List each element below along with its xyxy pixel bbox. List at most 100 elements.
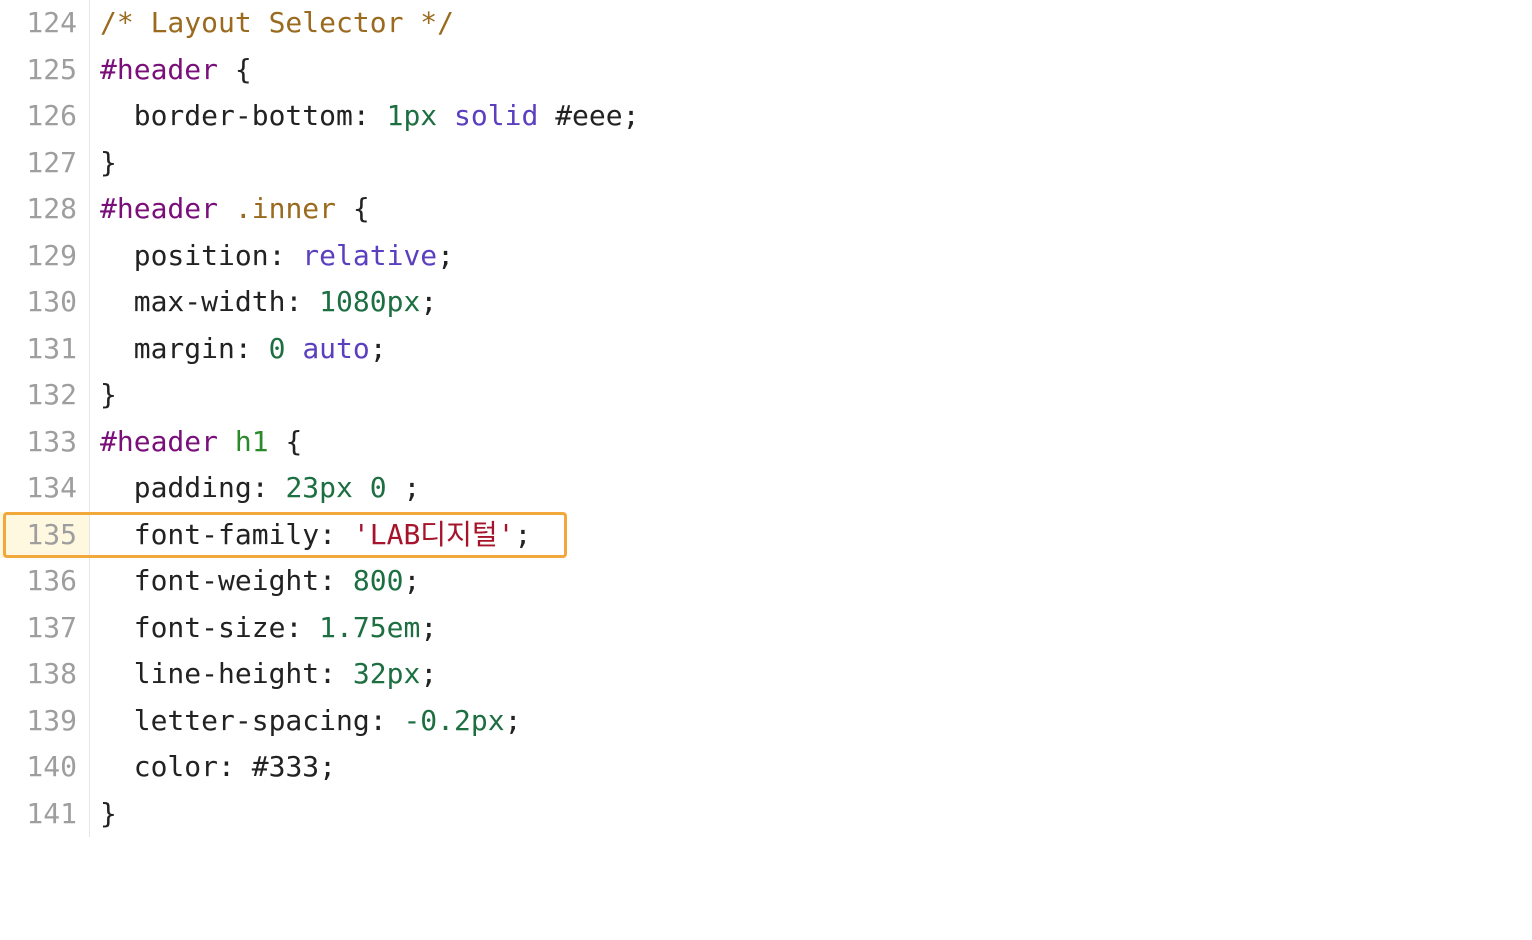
code-token: {	[353, 192, 370, 225]
code-token: /* Layout Selector */	[100, 6, 454, 39]
code-token: ;	[623, 99, 640, 132]
line-number: 127	[0, 140, 90, 187]
code-content[interactable]: }	[90, 372, 1532, 419]
code-line[interactable]: 132}	[0, 372, 1532, 419]
code-token	[218, 192, 235, 225]
code-line[interactable]: 127}	[0, 140, 1532, 187]
code-token: #header	[100, 425, 218, 458]
code-content[interactable]: font-family: 'LAB디지털';	[90, 512, 1532, 559]
line-number: 128	[0, 186, 90, 233]
code-line[interactable]: 125#header {	[0, 47, 1532, 94]
code-token	[437, 99, 454, 132]
code-token	[100, 704, 134, 737]
line-number: 138	[0, 651, 90, 698]
code-token: 1.75em	[319, 611, 420, 644]
code-line[interactable]: 128#header .inner {	[0, 186, 1532, 233]
code-token: h1	[235, 425, 269, 458]
code-token	[302, 285, 319, 318]
code-content[interactable]: position: relative;	[90, 233, 1532, 280]
line-number: 130	[0, 279, 90, 326]
code-content[interactable]: color: #333;	[90, 744, 1532, 791]
line-number: 125	[0, 47, 90, 94]
code-token: }	[100, 378, 117, 411]
code-token: #333	[252, 750, 319, 783]
code-line[interactable]: 141}	[0, 791, 1532, 838]
code-token	[252, 332, 269, 365]
line-number: 135	[0, 512, 90, 559]
code-token	[285, 332, 302, 365]
code-token: :	[370, 704, 387, 737]
code-token	[336, 518, 353, 551]
code-token: ;	[319, 750, 336, 783]
code-token: position	[134, 239, 269, 272]
line-number: 133	[0, 419, 90, 466]
code-content[interactable]: #header .inner {	[90, 186, 1532, 233]
code-token	[370, 99, 387, 132]
code-token: :	[319, 564, 336, 597]
code-token	[100, 611, 134, 644]
code-token	[353, 471, 370, 504]
code-token	[100, 750, 134, 783]
code-token	[269, 425, 286, 458]
code-token	[100, 332, 134, 365]
code-token: ;	[514, 518, 531, 551]
code-line[interactable]: 139 letter-spacing: -0.2px;	[0, 698, 1532, 745]
code-token: :	[218, 750, 235, 783]
code-token: :	[235, 332, 252, 365]
line-number: 126	[0, 93, 90, 140]
code-token	[336, 657, 353, 690]
line-number: 139	[0, 698, 90, 745]
code-token: :	[285, 285, 302, 318]
code-content[interactable]: padding: 23px 0 ;	[90, 465, 1532, 512]
code-token	[100, 518, 134, 551]
code-token: letter-spacing	[134, 704, 370, 737]
code-content[interactable]: border-bottom: 1px solid #eee;	[90, 93, 1532, 140]
code-line[interactable]: 131 margin: 0 auto;	[0, 326, 1532, 373]
code-token: :	[252, 471, 269, 504]
line-number: 137	[0, 605, 90, 652]
code-token: 'LAB디지털'	[353, 518, 515, 551]
code-token: ;	[420, 611, 437, 644]
code-content[interactable]: #header {	[90, 47, 1532, 94]
code-token: 0	[370, 471, 387, 504]
code-token	[100, 239, 134, 272]
code-token	[336, 564, 353, 597]
code-editor[interactable]: 124/* Layout Selector */125#header {126 …	[0, 0, 1532, 837]
code-token: auto	[302, 332, 369, 365]
code-line[interactable]: 133#header h1 {	[0, 419, 1532, 466]
code-content[interactable]: font-weight: 800;	[90, 558, 1532, 605]
code-line[interactable]: 135 font-family: 'LAB디지털';	[0, 512, 1532, 559]
code-token: {	[285, 425, 302, 458]
code-token: ;	[370, 332, 387, 365]
code-line[interactable]: 140 color: #333;	[0, 744, 1532, 791]
code-content[interactable]: #header h1 {	[90, 419, 1532, 466]
code-content[interactable]: margin: 0 auto;	[90, 326, 1532, 373]
code-token: #header	[100, 53, 218, 86]
code-token: :	[319, 657, 336, 690]
code-content[interactable]: /* Layout Selector */	[90, 0, 1532, 47]
line-number: 132	[0, 372, 90, 419]
code-token: :	[269, 239, 286, 272]
line-number: 124	[0, 0, 90, 47]
code-line[interactable]: 138 line-height: 32px;	[0, 651, 1532, 698]
code-line[interactable]: 137 font-size: 1.75em;	[0, 605, 1532, 652]
code-line[interactable]: 136 font-weight: 800;	[0, 558, 1532, 605]
code-token: 0	[269, 332, 286, 365]
code-line[interactable]: 134 padding: 23px 0 ;	[0, 465, 1532, 512]
code-token: ;	[420, 285, 437, 318]
code-content[interactable]: line-height: 32px;	[90, 651, 1532, 698]
code-content[interactable]: }	[90, 791, 1532, 838]
code-line[interactable]: 129 position: relative;	[0, 233, 1532, 280]
code-content[interactable]: letter-spacing: -0.2px;	[90, 698, 1532, 745]
code-content[interactable]: max-width: 1080px;	[90, 279, 1532, 326]
code-token: 800	[353, 564, 404, 597]
code-content[interactable]: font-size: 1.75em;	[90, 605, 1532, 652]
code-token: padding	[134, 471, 252, 504]
code-token	[218, 425, 235, 458]
code-line[interactable]: 124 /* Layout Selector */	[0, 0, 1532, 47]
code-line[interactable]: 126 border-bottom: 1px solid #eee;	[0, 93, 1532, 140]
code-token: #eee	[555, 99, 622, 132]
code-content[interactable]: }	[90, 140, 1532, 187]
code-line[interactable]: 130 max-width: 1080px;	[0, 279, 1532, 326]
code-token: -0.2px	[403, 704, 504, 737]
